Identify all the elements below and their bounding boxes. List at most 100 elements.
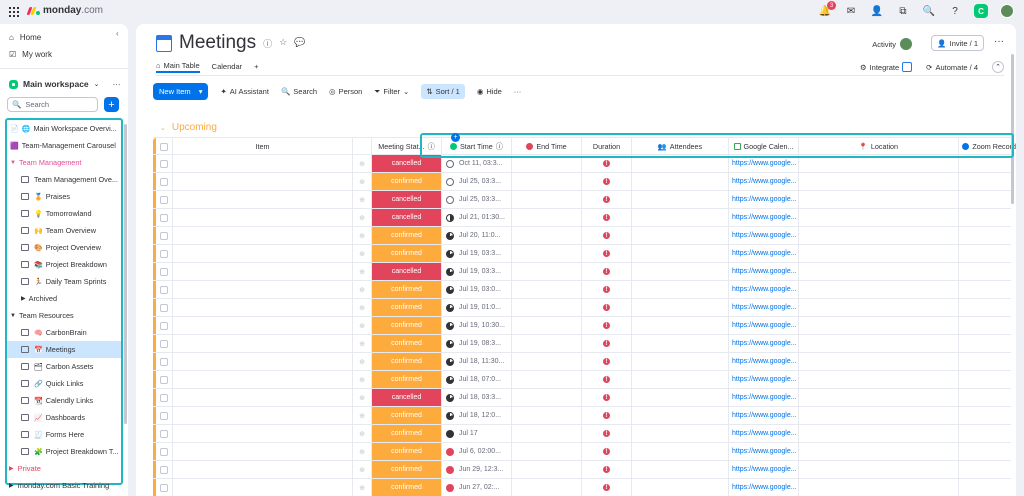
invite-members-icon[interactable]: 👤 — [870, 4, 884, 18]
sidebar-item[interactable]: ▼ Team Management — [7, 154, 121, 171]
item-name-cell[interactable] — [173, 209, 353, 226]
zoom-recording-cell[interactable] — [959, 317, 1011, 334]
attendees-cell[interactable] — [632, 299, 729, 316]
sidebar-search-input[interactable]: 🔍 Search — [7, 97, 98, 112]
sidebar-item[interactable]: 📅 Meetings — [7, 341, 121, 358]
google-calendar-cell[interactable]: https://www.google... — [729, 425, 799, 442]
sidebar-item[interactable]: 🏃 Daily Team Sprints — [7, 273, 121, 290]
google-calendar-link[interactable]: https://www.google... — [729, 250, 797, 257]
sidebar-item[interactable]: 📄 🌐 Main Workspace Overvi... — [7, 120, 121, 137]
zoom-recording-cell[interactable] — [959, 173, 1011, 190]
column-zoom-recording[interactable]: Zoom Recording — [959, 138, 1016, 155]
google-calendar-link[interactable]: https://www.google... — [729, 196, 797, 203]
nav-my-work[interactable]: ☑ My work — [9, 50, 52, 59]
item-name-cell[interactable] — [173, 461, 353, 478]
google-calendar-link[interactable]: https://www.google... — [729, 286, 797, 293]
hide-button[interactable]: ◉ Hide — [477, 87, 502, 96]
item-name-cell[interactable] — [173, 317, 353, 334]
location-cell[interactable] — [799, 443, 959, 460]
google-calendar-link[interactable]: https://www.google... — [729, 412, 797, 419]
table-row[interactable]: ⊕ cancelled Jul 25, 03:3...! https://www.go… — [153, 191, 1011, 209]
status-cell[interactable]: confirmed — [372, 245, 442, 262]
table-row[interactable]: ⊕ confirmed Jul 19, 03:0...! https://www.go… — [153, 281, 1011, 299]
row-checkbox[interactable] — [156, 227, 173, 244]
attendees-cell[interactable] — [632, 353, 729, 370]
end-time-cell[interactable] — [512, 317, 582, 334]
row-checkbox[interactable] — [156, 191, 173, 208]
sidebar-item[interactable]: 🏅 Praises — [7, 188, 121, 205]
status-cell[interactable]: cancelled — [372, 191, 442, 208]
end-time-cell[interactable] — [512, 443, 582, 460]
duration-cell[interactable]: ! — [582, 479, 632, 496]
location-cell[interactable] — [799, 479, 959, 496]
location-cell[interactable] — [799, 209, 959, 226]
end-time-cell[interactable] — [512, 425, 582, 442]
duration-cell[interactable]: ! — [582, 371, 632, 388]
zoom-recording-cell[interactable] — [959, 155, 1011, 172]
add-update-icon[interactable]: ⊕ — [353, 317, 372, 334]
table-row[interactable]: ⊕ confirmed Jul 19, 08:3...! https://www.go… — [153, 335, 1011, 353]
row-checkbox[interactable] — [156, 155, 173, 172]
zoom-recording-cell[interactable] — [959, 479, 1011, 496]
zoom-recording-cell[interactable] — [959, 353, 1011, 370]
zoom-recording-cell[interactable] — [959, 389, 1011, 406]
duration-cell[interactable]: ! — [582, 191, 632, 208]
zoom-recording-cell[interactable] — [959, 407, 1011, 424]
inbox-icon[interactable]: ✉ — [844, 4, 858, 18]
column-end-time[interactable]: End Time — [512, 138, 582, 155]
status-cell[interactable]: confirmed — [372, 371, 442, 388]
google-calendar-cell[interactable]: https://www.google... — [729, 335, 799, 352]
board-title[interactable]: Meetings — [179, 32, 256, 54]
status-cell[interactable]: cancelled — [372, 389, 442, 406]
start-time-cell[interactable]: Jul 6, 02:00... — [442, 443, 512, 460]
google-calendar-cell[interactable]: https://www.google... — [729, 461, 799, 478]
attendees-cell[interactable] — [632, 317, 729, 334]
attendees-cell[interactable] — [632, 191, 729, 208]
add-update-icon[interactable]: ⊕ — [353, 335, 372, 352]
location-cell[interactable] — [799, 461, 959, 478]
column-status[interactable]: Meeting Stat... ⓘ — [372, 138, 442, 155]
apps-grid-icon[interactable] — [9, 7, 19, 17]
user-avatar[interactable] — [1000, 4, 1014, 18]
training-folder[interactable]: ▶ monday.com Basic Training — [9, 481, 109, 490]
status-cell[interactable]: confirmed — [372, 407, 442, 424]
add-update-icon[interactable]: ⊕ — [353, 263, 372, 280]
sidebar-item[interactable]: Team Management Ove... — [7, 171, 121, 188]
select-all-checkbox[interactable] — [156, 138, 173, 155]
table-row[interactable]: ⊕ confirmed Jul 19, 10:30...! https://www.g… — [153, 317, 1011, 335]
sidebar-item[interactable]: 🧩 Project Breakdown T... — [7, 443, 121, 460]
status-cell[interactable]: confirmed — [372, 335, 442, 352]
attendees-cell[interactable] — [632, 389, 729, 406]
info-icon[interactable]: ⓘ — [263, 37, 272, 50]
add-update-icon[interactable]: ⊕ — [353, 209, 372, 226]
google-calendar-cell[interactable]: https://www.google... — [729, 155, 799, 172]
google-calendar-link[interactable]: https://www.google... — [729, 484, 797, 491]
row-checkbox[interactable] — [156, 209, 173, 226]
sidebar-item[interactable]: 📆 Calendly Links — [7, 392, 121, 409]
status-cell[interactable]: confirmed — [372, 479, 442, 496]
item-name-cell[interactable] — [173, 371, 353, 388]
google-calendar-link[interactable]: https://www.google... — [729, 304, 797, 311]
table-row[interactable]: ⊕ confirmed Jul 25, 03:3...! https://www.go… — [153, 173, 1011, 191]
start-time-cell[interactable]: Jul 18, 12:0... — [442, 407, 512, 424]
location-cell[interactable] — [799, 371, 959, 388]
start-time-cell[interactable]: Jul 19, 03:0... — [442, 281, 512, 298]
item-name-cell[interactable] — [173, 425, 353, 442]
item-name-cell[interactable] — [173, 299, 353, 316]
apps-marketplace-icon[interactable]: ⧉ — [896, 4, 910, 18]
attendees-cell[interactable] — [632, 155, 729, 172]
end-time-cell[interactable] — [512, 173, 582, 190]
duration-cell[interactable]: ! — [582, 461, 632, 478]
sidebar-item[interactable]: 💡 Tomorrowland — [7, 205, 121, 222]
zoom-recording-cell[interactable] — [959, 425, 1011, 442]
status-cell[interactable]: confirmed — [372, 425, 442, 442]
sidebar-item[interactable]: 🔗 Quick Links — [7, 375, 121, 392]
google-calendar-cell[interactable]: https://www.google... — [729, 371, 799, 388]
start-time-cell[interactable]: Jul 19, 01:0... — [442, 299, 512, 316]
item-name-cell[interactable] — [173, 407, 353, 424]
duration-cell[interactable]: ! — [582, 299, 632, 316]
location-cell[interactable] — [799, 281, 959, 298]
row-checkbox[interactable] — [156, 389, 173, 406]
column-google-calendar[interactable]: Google Calen... — [729, 138, 799, 155]
sidebar-item[interactable]: 📚 Project Breakdown — [7, 256, 121, 273]
